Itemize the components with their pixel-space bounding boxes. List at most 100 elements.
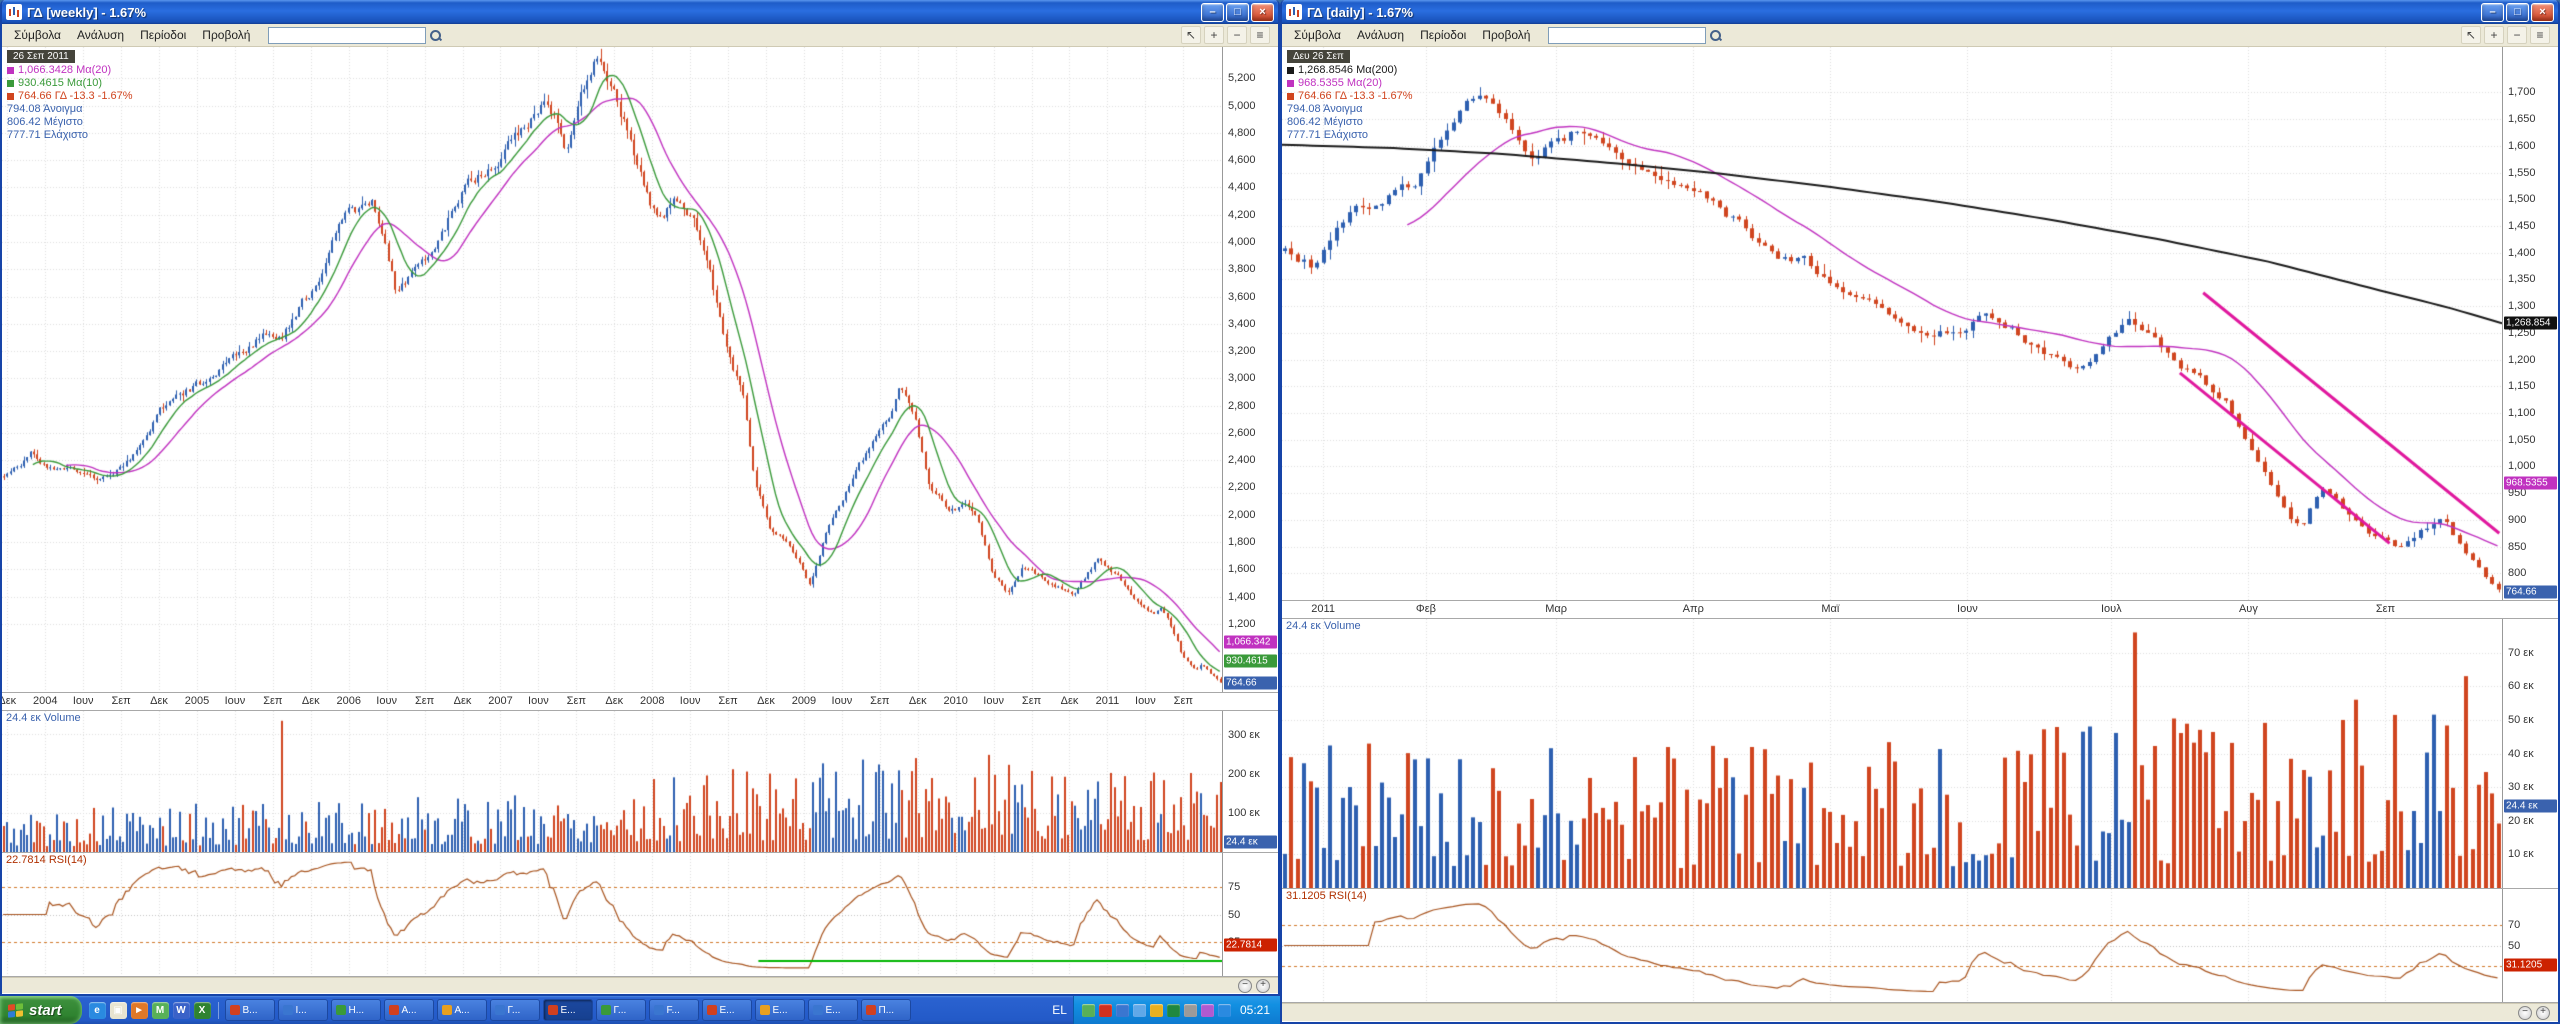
taskbar-window-button[interactable]: Ε...: [755, 999, 805, 1021]
time-tick-label: Σεπ: [415, 695, 434, 707]
symbol-search-input[interactable]: [268, 27, 426, 44]
time-axis[interactable]: Δεκ2004ΙουνΣεπΔεκ2005ΙουνΣεπΔεκ2006ΙουνΣ…: [2, 693, 1278, 711]
volume-icon[interactable]: [1116, 1004, 1129, 1017]
messenger-icon[interactable]: M: [152, 1002, 169, 1019]
price-chart-canvas[interactable]: [2, 47, 1222, 692]
price-axis[interactable]: 1,7001,6501,6001,5501,5001,4501,4001,350…: [2502, 47, 2558, 600]
price-tick-label: 5,200: [1228, 72, 1256, 84]
menu-Προβολή[interactable]: Προβολή: [1474, 26, 1538, 44]
zoom-in-button[interactable]: +: [1256, 979, 1270, 993]
taskbar-window-button[interactable]: Β...: [225, 999, 275, 1021]
taskbar-window-button[interactable]: Ε...: [702, 999, 752, 1021]
zoom-out-icon[interactable]: −: [1227, 26, 1247, 44]
rsi-label: 31.1205 RSI(14): [1286, 890, 1367, 902]
show-desktop-icon[interactable]: ▣: [110, 1002, 127, 1019]
zoom-in-button[interactable]: +: [2536, 1006, 2550, 1020]
pointer-icon[interactable]: ↖: [2461, 26, 2481, 44]
taskbar-window-button[interactable]: Ε...: [808, 999, 858, 1021]
menu-items: ΣύμβολαΑνάλυσηΠερίοδοιΠροβολή: [1286, 26, 1538, 44]
time-axis[interactable]: 2011ΦεβΜαρΑπρΜαϊΙουνΙουλΑυγΣεπ: [1282, 601, 2558, 619]
antivirus-icon[interactable]: [1099, 1004, 1112, 1017]
volume-panel: 24.4 εκ Volume 70 εκ60 εκ50 εκ40 εκ30 εκ…: [1282, 619, 2558, 889]
word-icon[interactable]: W: [173, 1002, 190, 1019]
taskbar-window-button[interactable]: Γ...: [596, 999, 646, 1021]
zoom-out-button[interactable]: −: [2518, 1006, 2532, 1020]
menu-Περίοδοι[interactable]: Περίοδοι: [132, 26, 194, 44]
symbol-search-input[interactable]: [1548, 27, 1706, 44]
zoom-in-icon[interactable]: +: [1204, 26, 1224, 44]
legend-text: 1,066.3428 Μα(20): [18, 64, 111, 77]
close-button[interactable]: ×: [1251, 3, 1274, 22]
taskbar-window-button[interactable]: F...: [649, 999, 699, 1021]
close-button[interactable]: ×: [2531, 3, 2554, 22]
internet-explorer-icon[interactable]: e: [89, 1002, 106, 1019]
language-indicator[interactable]: EL: [1046, 1003, 1073, 1017]
rsi-canvas[interactable]: [2, 853, 1222, 976]
task-window-icon: [548, 1005, 558, 1015]
network-icon[interactable]: [1133, 1004, 1146, 1017]
time-tick-label: Μαρ: [1545, 603, 1567, 615]
time-tick-label: Σεπ: [1174, 695, 1193, 707]
task-window-icon: [389, 1005, 399, 1015]
start-button[interactable]: start: [0, 996, 82, 1024]
price-tag: 764.66: [2504, 586, 2557, 599]
legend-swatch: [1287, 93, 1294, 100]
zoom-out-button[interactable]: −: [1238, 979, 1252, 993]
menu-Ανάλυση[interactable]: Ανάλυση: [1349, 26, 1412, 44]
legend-line: 777.71 Ελάχιστο: [1287, 129, 1413, 142]
taskbar-window-button[interactable]: Ε...: [543, 999, 593, 1021]
price-axis[interactable]: 5,2005,0004,8004,6004,4004,2004,0003,800…: [1222, 47, 1278, 692]
taskbar-clock[interactable]: 05:21: [1240, 1003, 1270, 1017]
menu-Προβολή[interactable]: Προβολή: [194, 26, 258, 44]
volume-canvas[interactable]: [2, 711, 1222, 852]
settings-icon[interactable]: ≡: [2530, 26, 2550, 44]
start-label: start: [29, 1002, 62, 1019]
menu-Περίοδοι[interactable]: Περίοδοι: [1412, 26, 1474, 44]
volume-tick-label: 20 εκ: [2508, 815, 2534, 827]
taskbar-window-button[interactable]: Ι...: [278, 999, 328, 1021]
legend-line: 806.42 Μέγιστο: [1287, 116, 1413, 129]
price-tick-label: 3,000: [1228, 372, 1256, 384]
settings-icon[interactable]: ≡: [1250, 26, 1270, 44]
menu-Ανάλυση[interactable]: Ανάλυση: [69, 26, 132, 44]
taskbar-window-button[interactable]: Γ...: [490, 999, 540, 1021]
firewall-icon[interactable]: [1167, 1004, 1180, 1017]
taskbar-window-button[interactable]: Η...: [331, 999, 381, 1021]
zoom-out-icon[interactable]: −: [2507, 26, 2527, 44]
legend-line: 794.08 Άνοιγμα: [1287, 103, 1413, 116]
titlebar[interactable]: ΓΔ [daily] - 1.67% – □ ×: [1282, 0, 2558, 24]
time-tick-label: Σεπ: [870, 695, 889, 707]
menu-Σύμβολα[interactable]: Σύμβολα: [1286, 26, 1349, 44]
app-icon: [1286, 4, 1302, 20]
rsi-canvas[interactable]: [1282, 889, 2502, 1002]
volume-canvas[interactable]: [1282, 619, 2502, 888]
search-icon[interactable]: [1709, 29, 1722, 42]
search-icon[interactable]: [429, 29, 442, 42]
taskbar-window-button[interactable]: Α...: [384, 999, 434, 1021]
taskbar-window-button[interactable]: Π...: [861, 999, 911, 1021]
maximize-button[interactable]: □: [2506, 3, 2529, 22]
taskbar-window-button[interactable]: Α...: [437, 999, 487, 1021]
display-icon[interactable]: [1218, 1004, 1231, 1017]
time-tick-label: Απρ: [1683, 603, 1704, 615]
time-tick-label: 2010: [943, 695, 967, 707]
titlebar[interactable]: ΓΔ [weekly] - 1.67% – □ ×: [2, 0, 1278, 24]
pointer-icon[interactable]: ↖: [1181, 26, 1201, 44]
price-tick-label: 3,200: [1228, 345, 1256, 357]
menu-Σύμβολα[interactable]: Σύμβολα: [6, 26, 69, 44]
messenger-tray-icon[interactable]: [1082, 1004, 1095, 1017]
price-tick-label: 1,550: [2508, 167, 2536, 179]
usb-icon[interactable]: [1184, 1004, 1197, 1017]
zoom-in-icon[interactable]: +: [2484, 26, 2504, 44]
taskbar: start e▣►MWX Β...Ι...Η...Α...Α...Γ...Ε..…: [0, 996, 1280, 1024]
minimize-button[interactable]: –: [2481, 3, 2504, 22]
media-player-icon[interactable]: ►: [131, 1002, 148, 1019]
price-tick-label: 1,500: [2508, 193, 2536, 205]
chart-bottombar: − +: [1282, 1003, 2558, 1021]
scheduler-icon[interactable]: [1201, 1004, 1214, 1017]
update-icon[interactable]: [1150, 1004, 1163, 1017]
excel-icon[interactable]: X: [194, 1002, 211, 1019]
maximize-button[interactable]: □: [1226, 3, 1249, 22]
minimize-button[interactable]: –: [1201, 3, 1224, 22]
price-chart-canvas[interactable]: [1282, 47, 2502, 600]
